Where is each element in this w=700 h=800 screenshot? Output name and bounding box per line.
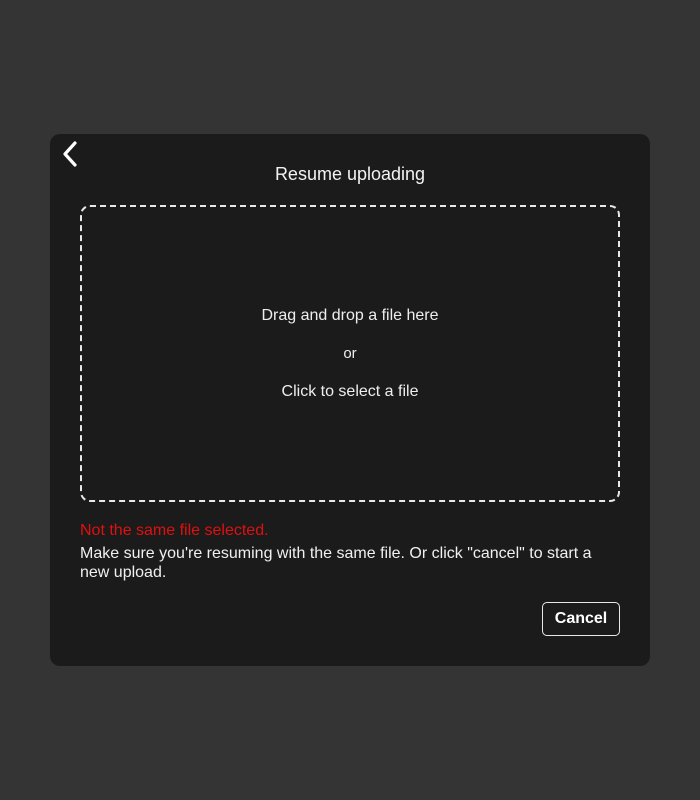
error-title: Not the same file selected. bbox=[80, 522, 269, 539]
dropzone-drag-text: Drag and drop a file here bbox=[261, 307, 439, 324]
error-message: Make sure you're resuming with the same … bbox=[80, 545, 592, 581]
file-dropzone[interactable]: Drag and drop a file here or Click to se… bbox=[80, 205, 620, 502]
dropzone-select-text: Click to select a file bbox=[281, 383, 419, 400]
cancel-button[interactable]: Cancel bbox=[542, 602, 620, 636]
dropzone-or-text: or bbox=[343, 345, 357, 362]
dialog-title: Resume uploading bbox=[274, 164, 426, 184]
resume-upload-dialog: Resume uploading Drag and drop a file he… bbox=[50, 134, 650, 666]
